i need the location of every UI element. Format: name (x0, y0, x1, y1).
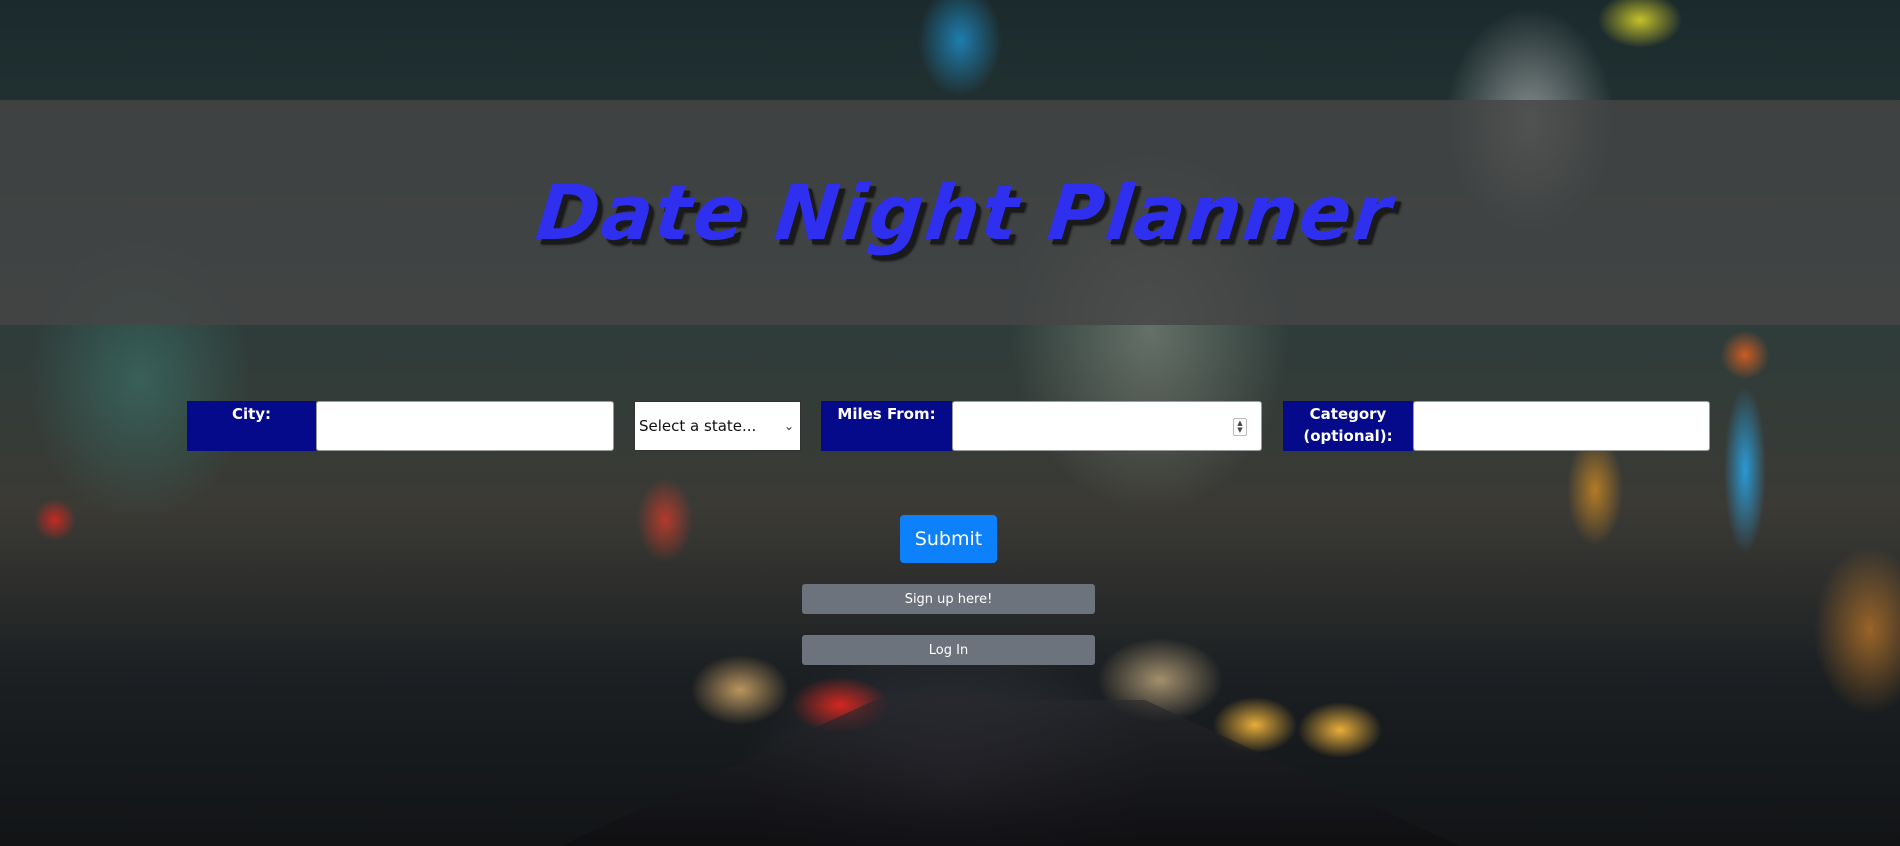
chevron-down-icon: ⌄ (783, 419, 794, 433)
header-banner: Date Night Planner (0, 100, 1900, 325)
number-stepper[interactable]: ▲ ▼ (1233, 418, 1247, 436)
decrement-arrow-icon[interactable]: ▼ (1237, 427, 1242, 434)
city-label: City: (187, 401, 316, 451)
log-in-button[interactable]: Log In (802, 635, 1095, 665)
miles-from-input[interactable]: ▲ ▼ (952, 401, 1262, 451)
category-label-line1: Category (1309, 405, 1387, 423)
sign-up-button[interactable]: Sign up here! (802, 584, 1095, 614)
page-title: Date Night Planner (532, 168, 1398, 257)
state-select-value: Select a state... (639, 417, 757, 435)
background-street-image (560, 700, 1460, 846)
category-label: Category (optional): (1283, 401, 1413, 451)
submit-button[interactable]: Submit (900, 515, 997, 563)
category-label-line2: (optional): (1303, 427, 1393, 445)
category-input[interactable] (1413, 401, 1710, 451)
state-select[interactable]: Select a state... ⌄ (634, 401, 801, 451)
city-input[interactable] (316, 401, 614, 451)
miles-from-label: Miles From: (821, 401, 952, 451)
